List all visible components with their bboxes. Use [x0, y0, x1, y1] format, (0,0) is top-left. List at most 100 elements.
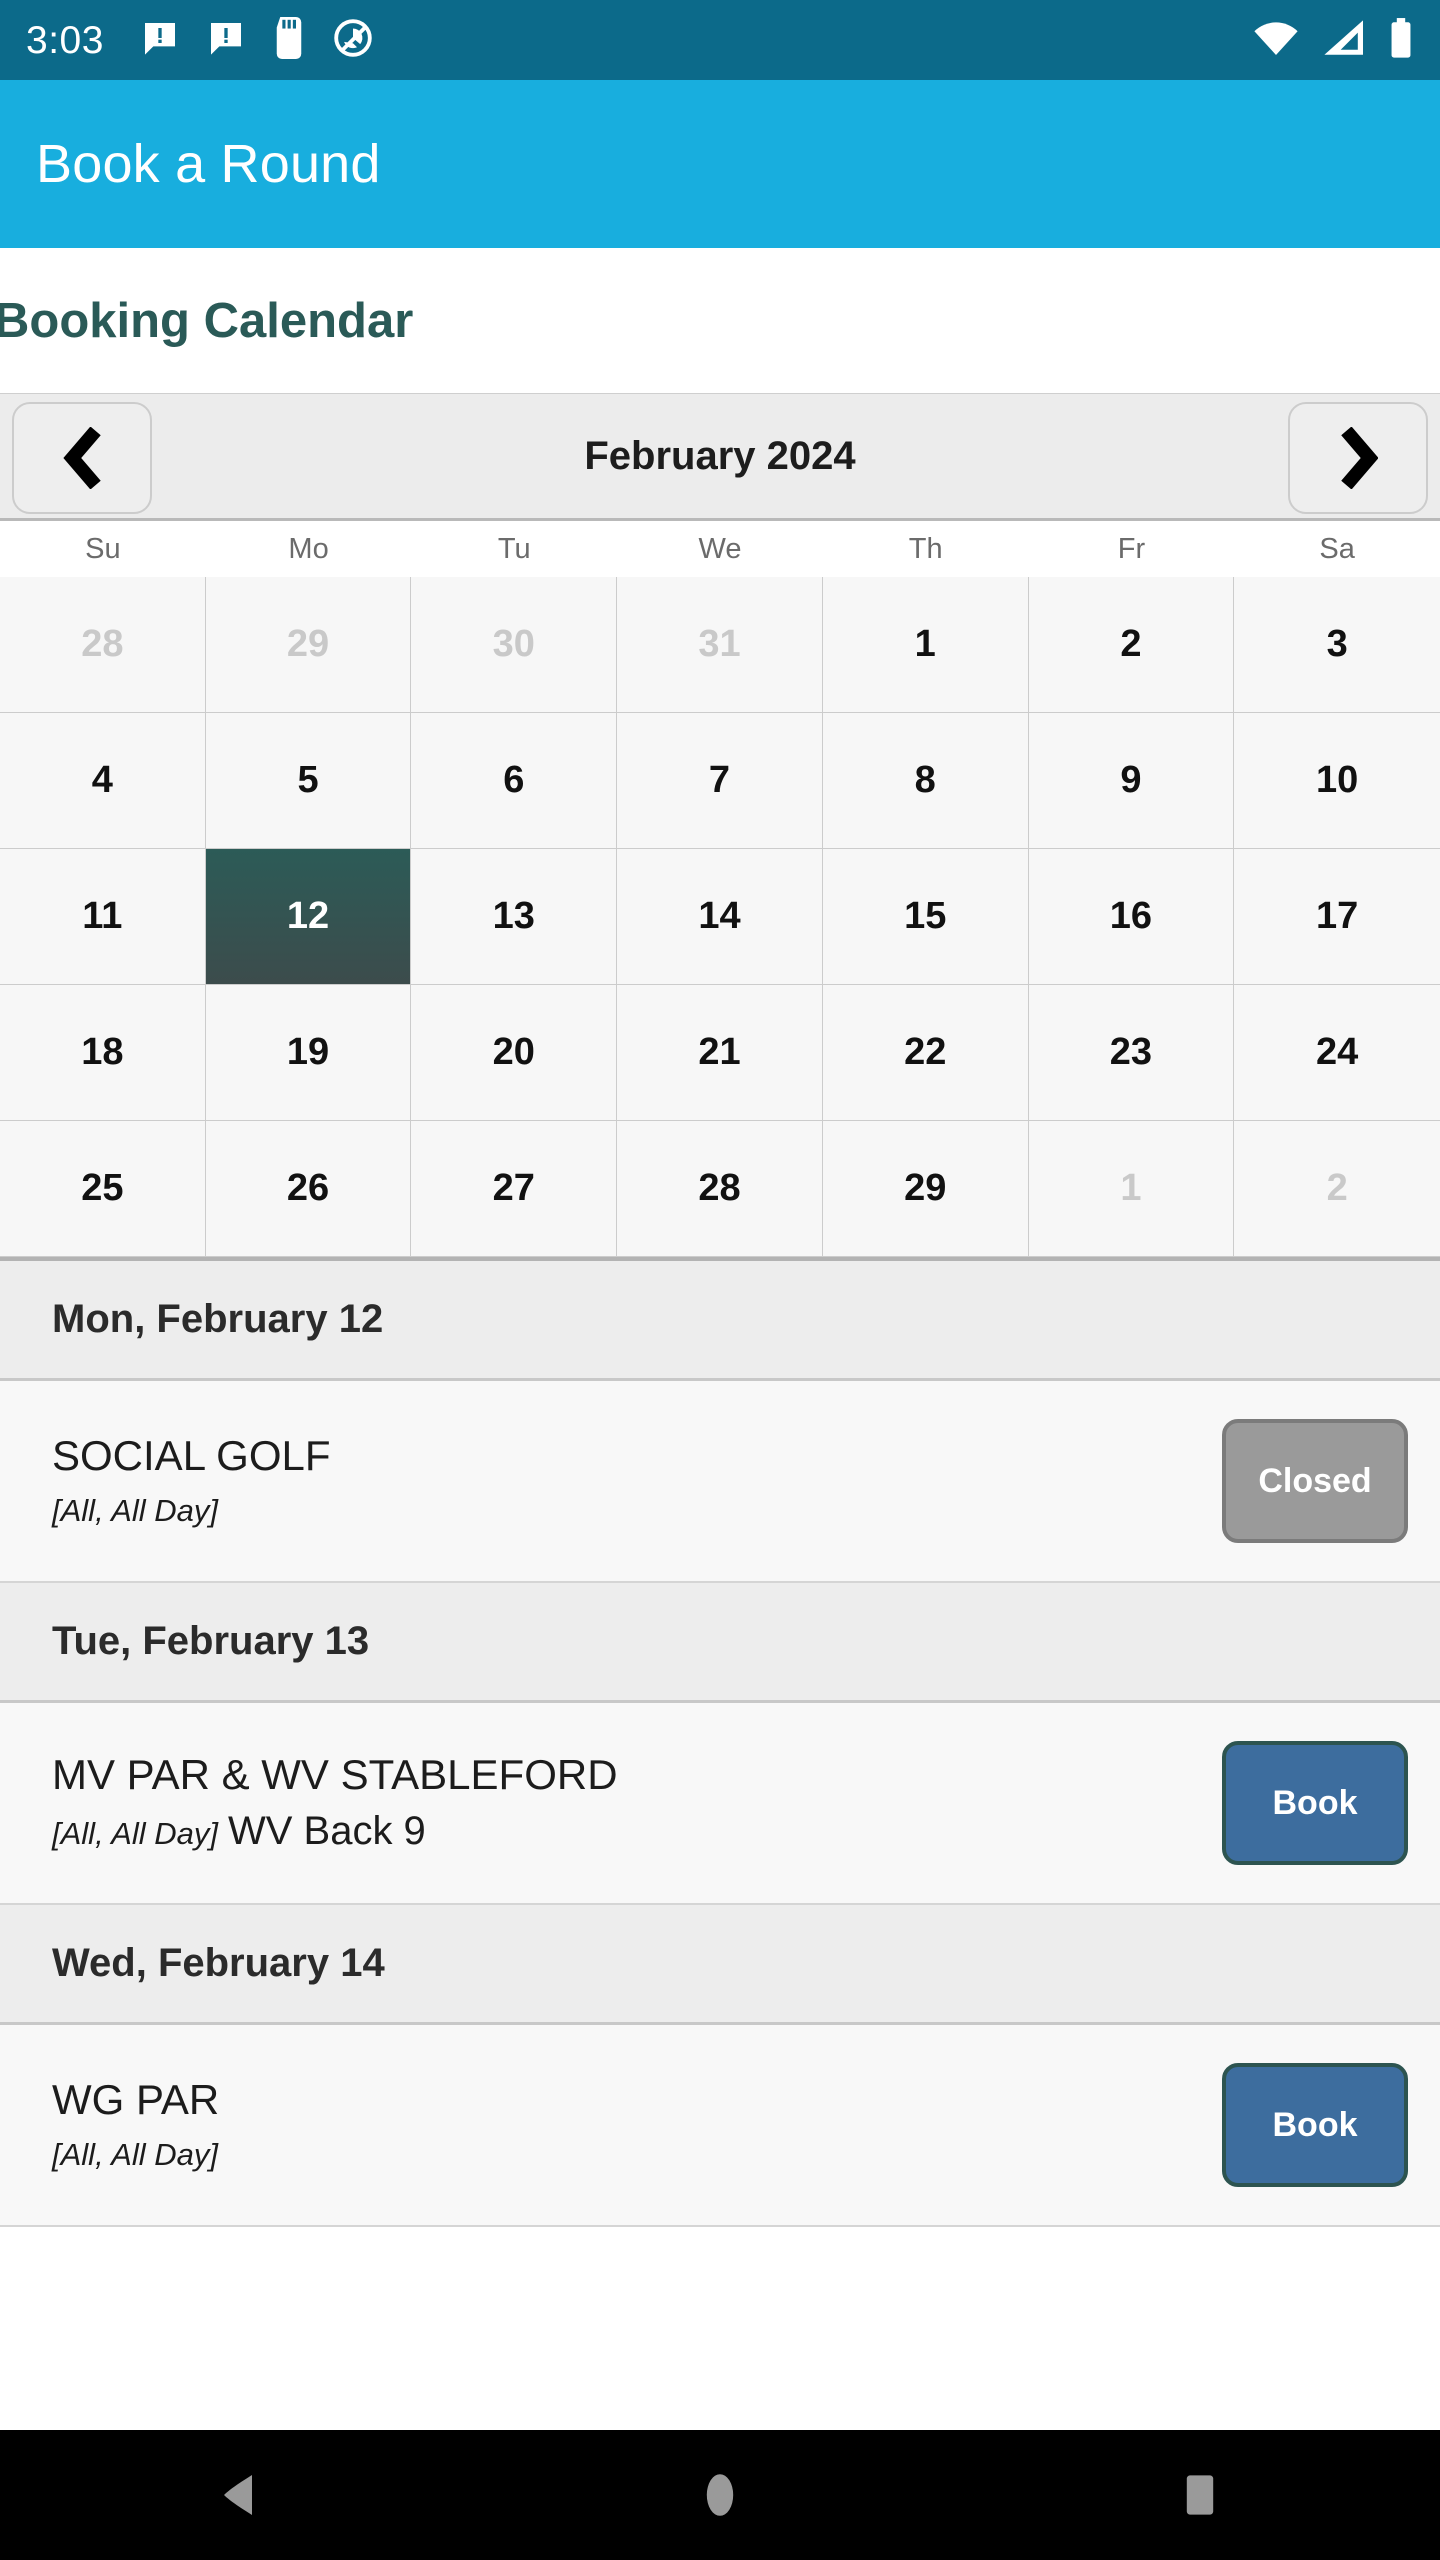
calendar-day-cell[interactable]: 2: [1234, 1121, 1440, 1257]
scrollable-content[interactable]: 3:03 Book a Round Booking Calendar Febru…: [0, 0, 1440, 2430]
calendar-nav: February 2024: [0, 393, 1440, 521]
calendar-day-cell[interactable]: 29: [205, 577, 412, 713]
weekday-label: Sa: [1319, 532, 1355, 565]
event-day-label: Tue, February 13: [52, 1619, 370, 1663]
calendar-day-cell[interactable]: 8: [822, 713, 1029, 849]
event-timeslot-label: [All, All Day]: [52, 1815, 218, 1851]
cellular-signal-icon: [1322, 18, 1366, 63]
event-timeslot-label: [All, All Day]: [52, 2136, 218, 2172]
page-title-container: Booking Calendar: [0, 248, 1440, 393]
event-day-label: Mon, February 12: [52, 1297, 384, 1341]
status-clock: 3:03: [26, 18, 104, 62]
event-title: SOCIAL GOLF: [52, 1431, 331, 1479]
event-subtitle: [All, All Day]: [52, 2131, 1198, 2174]
battery-icon: [1388, 17, 1414, 64]
calendar-weekday-header: Su Mo Tu We Th Fr Sa: [0, 521, 1440, 577]
event-row[interactable]: SOCIAL GOLF [All, All Day] Closed: [0, 1381, 1440, 1583]
event-title: MV PAR & WV STABLEFORD: [52, 1751, 618, 1799]
prev-month-button[interactable]: [12, 402, 152, 514]
message-alert-icon: [206, 18, 246, 63]
chevron-right-icon: [1341, 427, 1378, 489]
page-title: Booking Calendar: [0, 293, 414, 348]
phone-screen: 3:03 Book a Round Booking Calendar Febru…: [0, 0, 1440, 2560]
calendar-day-cell[interactable]: 30: [411, 577, 618, 713]
app-title: Book a Round: [36, 134, 381, 194]
calendar-day-cell[interactable]: 26: [205, 1121, 412, 1257]
event-row[interactable]: MV PAR & WV STABLEFORD [All, All Day] WV …: [0, 1703, 1440, 1905]
event-row[interactable]: WG PAR [All, All Day] Book: [0, 2025, 1440, 2227]
nav-recents-button[interactable]: [1100, 2473, 1300, 2517]
weekday-label: Th: [908, 532, 943, 565]
calendar-day-cell[interactable]: 25: [0, 1121, 206, 1257]
calendar-day-cell[interactable]: 31: [617, 577, 823, 713]
event-day-header: Tue, February 13: [0, 1583, 1440, 1703]
calendar-day-cell[interactable]: 20: [411, 985, 618, 1121]
app-bar: Book a Round: [0, 80, 1440, 248]
book-button[interactable]: Book: [1222, 2063, 1408, 2187]
calendar-day-cell[interactable]: 16: [1028, 849, 1235, 985]
event-info: WG PAR [All, All Day]: [52, 2076, 1222, 2174]
recents-icon: [1186, 2475, 1214, 2515]
weekday-label: We: [698, 532, 742, 565]
status-system-icons: [1252, 17, 1414, 64]
calendar-day-cell[interactable]: 3: [1234, 577, 1440, 713]
wifi-icon: [1252, 18, 1300, 63]
calendar-day-cell[interactable]: 28: [617, 1121, 823, 1257]
weekday-label: Su: [85, 532, 121, 565]
message-alert-icon: [140, 18, 180, 63]
event-list: Mon, February 12 SOCIAL GOLF [All, All Day…: [0, 1261, 1440, 2227]
do-not-disturb-icon: [332, 17, 374, 64]
calendar-day-cell[interactable]: 1: [1028, 1121, 1235, 1257]
weekday-label: Fr: [1117, 532, 1146, 565]
event-subtitle: [All, All Day] WV Back 9: [52, 1807, 1198, 1855]
status-bar: 3:03: [0, 0, 1440, 80]
calendar-day-cell[interactable]: 19: [205, 985, 412, 1121]
chevron-left-icon: [63, 427, 101, 489]
calendar-day-cell[interactable]: 14: [617, 849, 823, 985]
weekday-label: Tu: [497, 532, 531, 565]
event-title: WG PAR: [52, 2075, 220, 2123]
android-navigation-bar: [0, 2430, 1440, 2560]
home-icon: [706, 2474, 734, 2516]
event-day-label: Wed, February 14: [52, 1941, 385, 1985]
calendar-day-cell[interactable]: 18: [0, 985, 206, 1121]
calendar-day-cell[interactable]: 23: [1028, 985, 1235, 1121]
event-extra-label: WV Back 9: [227, 1808, 426, 1853]
calendar-day-selected[interactable]: 12: [205, 849, 412, 985]
calendar-day-cell[interactable]: 29: [822, 1121, 1029, 1257]
calendar-grid[interactable]: 28 29 30 31 1 2 3 4 5 6 7 8 9 10 11 12 13 14 15 16 17 18 19 20 2…: [0, 577, 1440, 1257]
calendar-day-cell[interactable]: 24: [1234, 985, 1440, 1121]
status-notification-icons: [140, 16, 374, 64]
weekday-label: Mo: [288, 532, 329, 565]
calendar-day-cell[interactable]: 2: [1028, 577, 1235, 713]
calendar-day-cell[interactable]: 6: [411, 713, 618, 849]
sd-card-icon: [272, 16, 306, 64]
closed-button: Closed: [1222, 1419, 1408, 1543]
event-day-header: Mon, February 12: [0, 1261, 1440, 1381]
next-month-button[interactable]: [1288, 402, 1428, 514]
calendar-day-cell[interactable]: 22: [822, 985, 1029, 1121]
nav-back-button[interactable]: [140, 2473, 340, 2517]
book-button[interactable]: Book: [1222, 1741, 1408, 1865]
calendar-month-label: February 2024: [584, 433, 856, 478]
calendar-day-cell[interactable]: 21: [617, 985, 823, 1121]
calendar-day-cell[interactable]: 27: [411, 1121, 618, 1257]
calendar-day-cell[interactable]: 28: [0, 577, 206, 713]
calendar-day-cell[interactable]: 17: [1234, 849, 1440, 985]
event-day-header: Wed, February 14: [0, 1905, 1440, 2025]
calendar-day-cell[interactable]: 9: [1028, 713, 1235, 849]
calendar-day-cell[interactable]: 15: [822, 849, 1029, 985]
calendar-day-cell[interactable]: 10: [1234, 713, 1440, 849]
calendar-day-cell[interactable]: 1: [822, 577, 1029, 713]
back-icon: [224, 2475, 252, 2515]
calendar-day-cell[interactable]: 5: [205, 713, 412, 849]
event-info: MV PAR & WV STABLEFORD [All, All Day] WV …: [52, 1751, 1222, 1854]
calendar-day-cell[interactable]: 11: [0, 849, 206, 985]
event-timeslot-label: [All, All Day]: [52, 1492, 218, 1528]
event-subtitle: [All, All Day]: [52, 1487, 1198, 1530]
event-info: SOCIAL GOLF [All, All Day]: [52, 1432, 1222, 1530]
calendar-day-cell[interactable]: 4: [0, 713, 206, 849]
calendar-day-cell[interactable]: 7: [617, 713, 823, 849]
nav-home-button[interactable]: [620, 2472, 820, 2518]
calendar-day-cell[interactable]: 13: [411, 849, 618, 985]
